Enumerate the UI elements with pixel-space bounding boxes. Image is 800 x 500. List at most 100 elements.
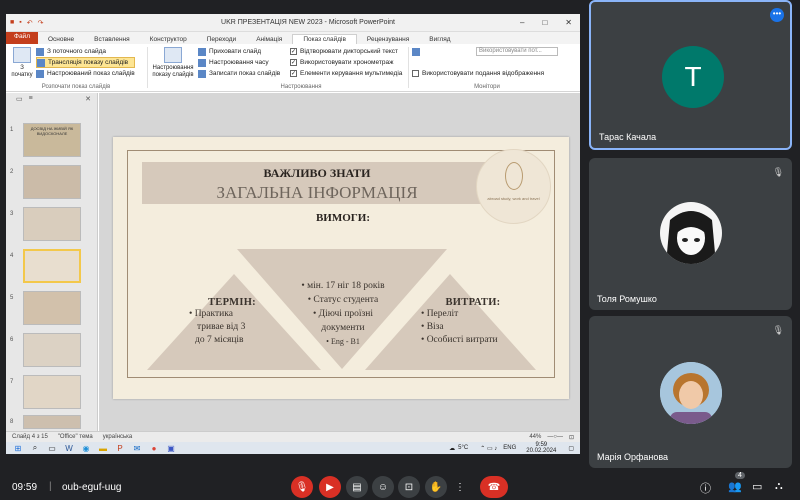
raise-hand-button[interactable]: ✋ (425, 476, 447, 498)
participant-tile-2[interactable]: 🎙︎ Толя Ромушко (589, 158, 792, 310)
requirements-list: • мін. 17 ніг 18 років • Статус студента… (301, 281, 385, 346)
from-start-button[interactable]: З початку (9, 47, 35, 79)
word-icon[interactable]: W (63, 442, 75, 454)
slide-title: ВАЖЛИВО ЗНАТИ (263, 166, 371, 180)
slide-counter: Слайд 4 з 15 (12, 434, 48, 440)
windows-icon[interactable]: ⊞ (12, 442, 24, 454)
setup-show-button[interactable]: Настроювання показу слайдів (149, 47, 197, 79)
slide-subtitle: ЗАГАЛЬНА ІНФОРМАЦІЯ (216, 183, 418, 202)
fit-icon[interactable]: ⊡ (569, 434, 574, 441)
info-icon[interactable]: ⓘ (700, 480, 711, 496)
slide-thumb-5[interactable] (23, 291, 81, 325)
slide-thumb-8[interactable] (23, 415, 81, 429)
brand-logo: abroad study, work and travel (476, 149, 551, 224)
notifications-icon[interactable]: ▢ (568, 445, 574, 452)
meeting-code[interactable]: oub-eguf-uug (62, 482, 122, 493)
avatar (660, 202, 722, 264)
tab-transitions[interactable]: Переходи (197, 35, 246, 44)
timings-checkbox[interactable]: ✓ Використовувати хронометраж (290, 57, 402, 68)
hide-slide-button[interactable]: Приховати слайд (198, 46, 280, 57)
media-controls-checkbox[interactable]: ✓ Елементи керування мультимедіа (290, 68, 402, 79)
camera-off-icon: ▶ (326, 481, 334, 493)
chrome-icon[interactable]: ● (148, 442, 160, 454)
tab-home[interactable]: Основне (38, 35, 84, 44)
mic-off-button[interactable]: 🎙︎ (291, 476, 313, 498)
present-button[interactable]: ⊡ (398, 476, 420, 498)
custom-show-button[interactable]: Настроюваний показ слайдів (36, 68, 135, 79)
people-icon[interactable]: 👥 (728, 480, 742, 493)
tab-insert[interactable]: Вставлення (84, 35, 140, 44)
emoji-button[interactable]: ☺ (372, 476, 394, 498)
rehearse-timing-button[interactable]: Настроювання часу (198, 57, 280, 68)
slide-thumb-7[interactable] (23, 375, 81, 409)
ppt-logo-icon: ■ (10, 18, 15, 26)
windows-taskbar: ⊞ ⌕ ▭ W ◉ ▬ P ✉ ● ▣ ☁ 5°C ⌃ ▭ ♪ ENG 9:59… (6, 442, 580, 454)
participant-name: Толя Ромушко (597, 294, 657, 304)
clock[interactable]: 9:59 20.02.2024 (526, 442, 556, 454)
minimize-icon[interactable]: – (520, 18, 524, 27)
participant-tile-1[interactable]: ••• T Тарас Качала (589, 0, 792, 150)
separator: | (49, 481, 52, 492)
tab-view[interactable]: Вигляд (419, 35, 460, 44)
slide-thumb-4[interactable] (23, 249, 81, 283)
slide-canvas: ВАЖЛИВО ЗНАТИ ЗАГАЛЬНА ІНФОРМАЦІЯ abroad… (99, 93, 580, 431)
chat-icon[interactable]: ▭ (752, 480, 762, 493)
search-icon[interactable]: ⌕ (29, 442, 41, 454)
slide-thumb-6[interactable] (23, 333, 81, 367)
camera-off-button[interactable]: ▶ (319, 476, 341, 498)
participant-name: Тарас Качала (599, 132, 657, 142)
edge-icon[interactable]: ◉ (80, 442, 92, 454)
redo-icon[interactable]: ↷ (38, 19, 44, 27)
save-icon[interactable]: ▪ (19, 19, 21, 27)
participant-tile-3[interactable]: 🎙︎ Марія Орфанова (589, 316, 792, 468)
record-show-button[interactable]: Записати показ слайдів (198, 68, 280, 79)
slide-thumb-3[interactable] (23, 207, 81, 241)
outline-tab-icon[interactable]: ≡ (29, 95, 33, 102)
presenter-view-checkbox[interactable]: Використовувати подання відображення (412, 68, 558, 79)
tab-slideshow[interactable]: Показ слайдів (292, 34, 357, 44)
tab-review[interactable]: Рецензування (357, 35, 419, 44)
undo-icon[interactable]: ↶ (27, 19, 33, 27)
end-call-button[interactable]: ☎ (480, 476, 508, 498)
broadcast-button[interactable]: Трансляція показу слайдів (36, 57, 135, 68)
avatar (660, 362, 722, 424)
maximize-icon[interactable]: □ (542, 18, 547, 27)
ppt-titlebar: ■ ▪ ↶ ↷ UKR ПРЕЗЕНТАЦІЯ NEW 2023 - Microsof… (6, 14, 580, 32)
activities-icon[interactable]: ⛬ (775, 480, 783, 493)
close-icon[interactable]: ✕ (565, 18, 572, 27)
app-icon[interactable]: ▣ (165, 442, 177, 454)
slides-tab-icon[interactable]: ▭ (16, 95, 23, 103)
input-language[interactable]: ENG (503, 445, 516, 451)
slideshow-icon (13, 47, 31, 63)
slide-thumbnails: ▭ ≡ ✕ 1 ДОСВІД НА ЖИВІЙ ЯК ВИДОСКОНАЛЕ 2 3… (6, 93, 98, 431)
zoom-level[interactable]: 44% (529, 434, 541, 440)
clock-icon (198, 58, 206, 67)
mail-icon[interactable]: ✉ (131, 442, 143, 454)
tab-file[interactable]: Файл (6, 32, 38, 44)
folder-icon[interactable]: ▬ (97, 442, 109, 454)
broadcast-icon (37, 58, 45, 67)
slide-thumb-1[interactable]: ДОСВІД НА ЖИВІЙ ЯК ВИДОСКОНАЛЕ (23, 123, 81, 157)
weather-icon[interactable]: ☁ (449, 445, 455, 452)
record-icon (198, 69, 206, 78)
monitor-select[interactable]: Використовувати пот... (476, 47, 558, 56)
emoji-icon: ☺ (377, 481, 389, 493)
current-slide[interactable]: ВАЖЛИВО ЗНАТИ ЗАГАЛЬНА ІНФОРМАЦІЯ abroad… (113, 137, 569, 399)
close-pane-icon[interactable]: ✕ (85, 95, 97, 103)
from-current-button[interactable]: З поточного слайда (36, 46, 135, 57)
zoom-slider[interactable]: —○— (547, 434, 563, 440)
temperature: 5°C (458, 445, 469, 451)
slide-thumb-2[interactable] (23, 165, 81, 199)
powerpoint-icon[interactable]: P (114, 442, 126, 454)
captions-button[interactable]: ▤ (346, 476, 368, 498)
narration-checkbox[interactable]: ✓ Відтворювати дикторський текст (290, 46, 402, 57)
check-icon: ✓ (290, 70, 297, 77)
tab-animation[interactable]: Анімація (246, 35, 292, 44)
expenses-block: ВИТРАТИ: • Переліт • Віза • Особисті вит… (421, 297, 501, 345)
more-options-button[interactable]: ⋮ (451, 476, 469, 498)
taskview-icon[interactable]: ▭ (46, 442, 58, 454)
avatar: T (662, 46, 724, 108)
more-icon: ⋮ (455, 481, 465, 493)
tab-design[interactable]: Конструктор (140, 35, 197, 44)
tray-icons[interactable]: ⌃ ▭ ♪ (480, 445, 497, 452)
